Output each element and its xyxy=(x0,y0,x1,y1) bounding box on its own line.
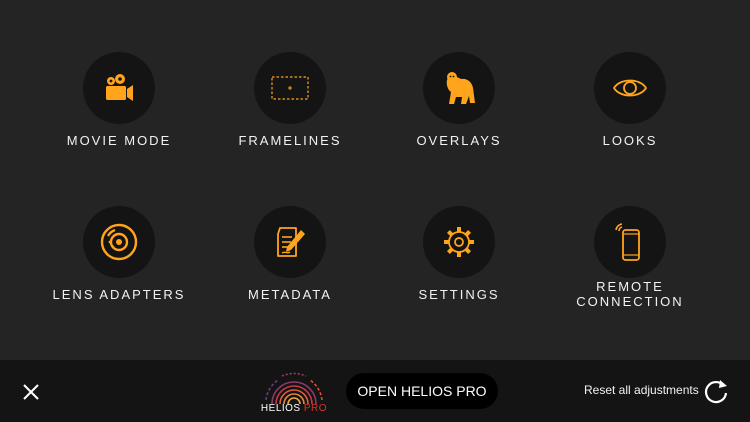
reset-button[interactable] xyxy=(702,377,730,405)
tile-looks[interactable]: LOOKS xyxy=(545,52,715,182)
movie-mode-button[interactable] xyxy=(83,52,155,124)
tile-label: LOOKS xyxy=(602,133,658,148)
logo-wordmark: HELIOS PRO xyxy=(258,403,330,414)
tile-metadata[interactable]: METADATA xyxy=(205,206,375,336)
tile-lens-adapters[interactable]: LENS ADAPTERS xyxy=(34,206,204,336)
tile-label: REMOTE CONNECTION xyxy=(576,279,684,309)
tile-label: OVERLAYS xyxy=(416,133,502,148)
close-button[interactable] xyxy=(18,379,44,405)
remote-connection-button[interactable] xyxy=(594,206,666,278)
framelines-button[interactable] xyxy=(254,52,326,124)
logo-brand: HELIOS xyxy=(260,403,301,414)
close-icon xyxy=(23,384,39,400)
tile-framelines[interactable]: FRAMELINES xyxy=(205,52,375,182)
logo-suffix: PRO xyxy=(303,403,328,414)
lens-adapter-icon xyxy=(100,223,138,261)
tile-label: MOVIE MODE xyxy=(66,133,172,148)
tile-remote-connection[interactable]: REMOTE CONNECTION xyxy=(545,206,715,336)
overlays-button[interactable] xyxy=(423,52,495,124)
remote-phone-icon xyxy=(615,223,640,261)
tile-settings[interactable]: SETTINGS xyxy=(374,206,544,336)
framelines-icon xyxy=(271,76,309,100)
menu-grid: MOVIE MODE FRAMELINES OVERLAYS LOOKS LEN… xyxy=(0,0,750,360)
lens-adapters-button[interactable] xyxy=(83,206,155,278)
helios-logo-icon xyxy=(265,372,323,405)
eye-icon xyxy=(612,79,648,97)
open-helios-pro-button[interactable]: OPEN HELIOS PRO xyxy=(346,373,498,409)
tile-label: FRAMELINES xyxy=(238,133,342,148)
metadata-button[interactable] xyxy=(254,206,326,278)
refresh-icon xyxy=(704,380,728,404)
helios-pro-logo: HELIOS PRO xyxy=(258,366,330,418)
settings-button[interactable] xyxy=(423,206,495,278)
metadata-edit-icon xyxy=(277,227,305,257)
looks-button[interactable] xyxy=(594,52,666,124)
tile-overlays[interactable]: OVERLAYS xyxy=(374,52,544,182)
tile-movie-mode[interactable]: MOVIE MODE xyxy=(34,52,204,182)
bottom-bar: HELIOS PRO OPEN HELIOS PRO Reset all adj… xyxy=(0,360,750,422)
movie-camera-icon xyxy=(106,74,133,101)
gear-icon xyxy=(444,227,474,257)
tile-label: METADATA xyxy=(248,287,332,302)
reset-all-adjustments-button[interactable]: Reset all adjustments xyxy=(584,383,699,397)
tile-label: SETTINGS xyxy=(418,287,500,302)
tile-label: LENS ADAPTERS xyxy=(52,287,186,302)
gorilla-icon xyxy=(446,72,475,104)
